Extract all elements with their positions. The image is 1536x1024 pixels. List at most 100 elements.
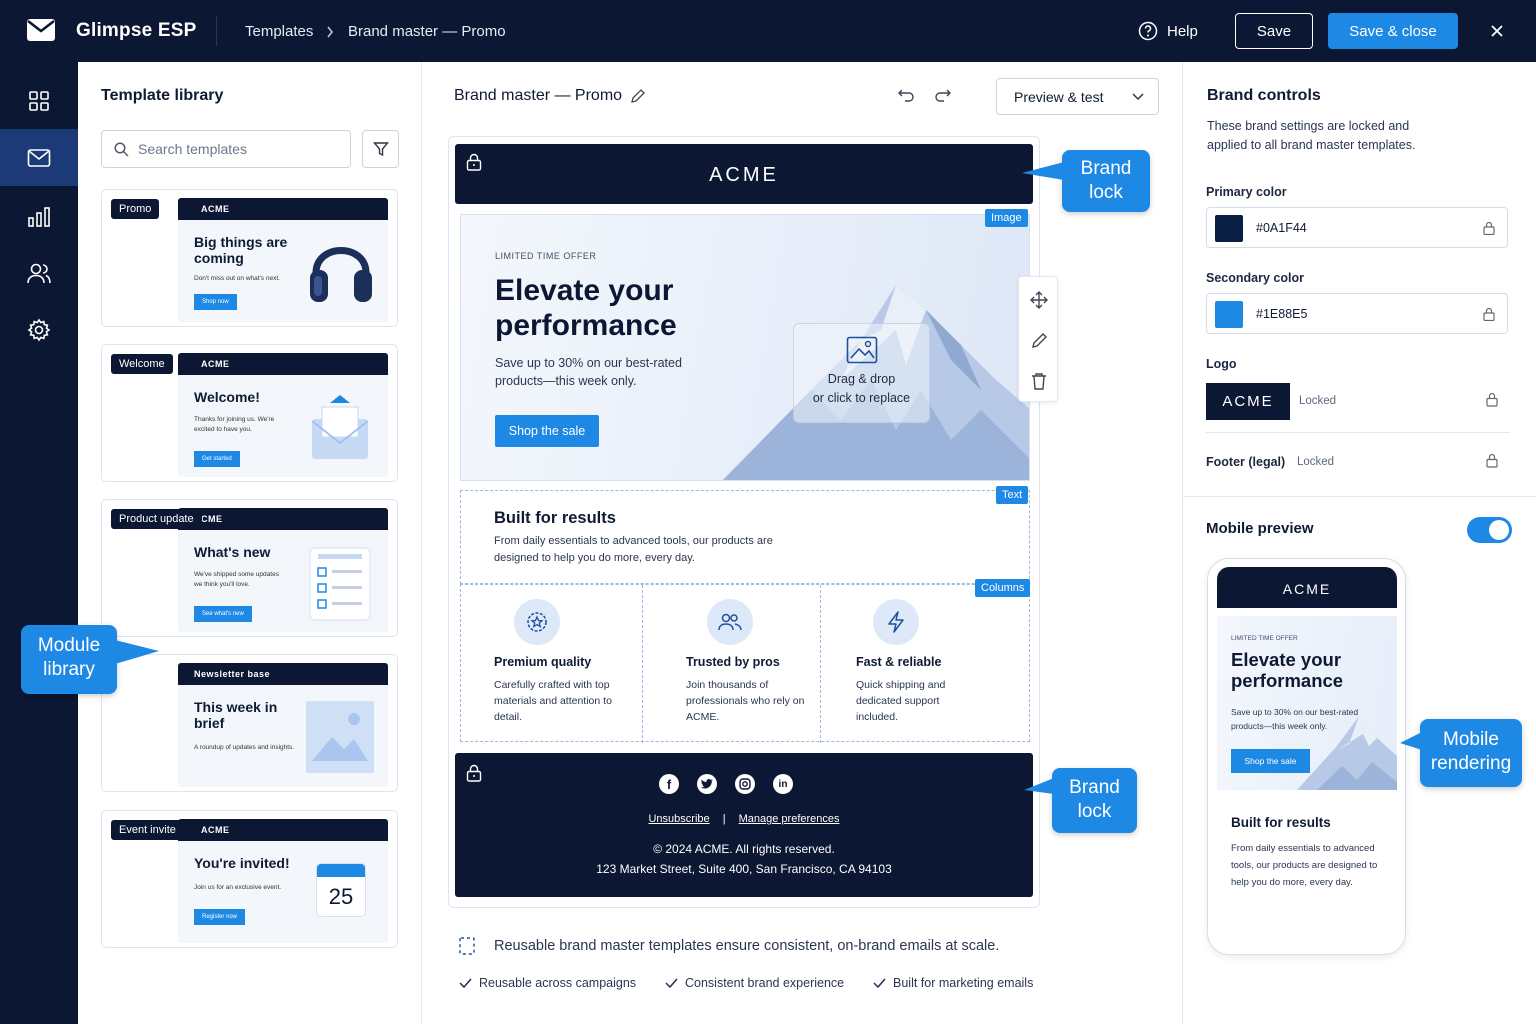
info-note: Reusable brand master templates ensure c… <box>494 938 1000 954</box>
close-icon[interactable] <box>1489 23 1505 39</box>
preview-test-dropdown[interactable]: Preview & test <box>996 78 1159 115</box>
column-heading: Trusted by pros <box>686 655 780 669</box>
edit-icon[interactable] <box>1031 332 1048 349</box>
callout-text: Module library <box>37 635 101 680</box>
text-block[interactable]: Built for results From daily essentials … <box>460 490 1030 584</box>
lock-icon <box>1483 221 1495 235</box>
sidebar-item-dashboard[interactable] <box>0 72 78 129</box>
check-icon <box>459 978 472 988</box>
columns-block-tag: Columns <box>975 579 1031 597</box>
preview-brand: ACME <box>178 353 388 375</box>
move-icon[interactable] <box>1030 291 1048 309</box>
preview-sub: A roundup of updates and insights. <box>194 744 295 751</box>
bar-chart-icon <box>28 206 50 227</box>
callout-pointer <box>1024 778 1054 794</box>
template-card-event-invite[interactable]: Event invite ACME You're invited! Join u… <box>101 810 398 948</box>
canvas-title: Brand master — Promo <box>454 87 623 104</box>
drop-hint-line1: Drag & drop <box>827 372 896 386</box>
template-dashed-icon <box>459 937 475 955</box>
save-button[interactable]: Save <box>1235 13 1313 49</box>
users-icon <box>707 599 753 645</box>
undo-icon[interactable] <box>897 87 915 103</box>
column: Fast & reliable Quick shipping and dedic… <box>821 585 1029 743</box>
template-card-promo[interactable]: Promo ACME Big things are coming Don't m… <box>101 189 398 327</box>
image-icon <box>846 336 877 364</box>
preview-sub: Join us for an exclusive event. <box>194 884 282 891</box>
preview-heading: What's new <box>194 544 271 560</box>
feature-check: Consistent brand experience <box>665 976 844 990</box>
sidebar-item-email[interactable] <box>0 129 78 186</box>
linkedin-icon[interactable]: in <box>773 774 793 794</box>
email-footer-block[interactable]: f in Unsubscribe | Manage preferences © … <box>455 753 1033 897</box>
redo-icon[interactable] <box>934 87 952 103</box>
mobile-text-body: From daily essentials to advanced tools,… <box>1231 843 1378 888</box>
sidebar <box>0 62 78 1024</box>
pencil-icon[interactable] <box>630 88 646 104</box>
mobile-preview-toggle[interactable] <box>1467 517 1512 543</box>
secondary-color-label: Secondary color <box>1206 271 1304 285</box>
hero-subtext: Save up to 30% on our best-rated product… <box>495 356 682 388</box>
sidebar-item-audience[interactable] <box>0 244 78 301</box>
instagram-icon[interactable] <box>735 774 755 794</box>
lock-icon <box>466 153 482 171</box>
twitter-icon[interactable] <box>697 774 717 794</box>
preview-brand: CME <box>178 508 388 530</box>
footer-legal-label: Footer (legal) <box>1206 455 1286 469</box>
unsubscribe-link[interactable]: Unsubscribe <box>648 813 709 825</box>
trash-icon[interactable] <box>1031 372 1047 390</box>
help-link[interactable]: Help <box>1167 23 1198 40</box>
logo-locked-status: Locked <box>1299 395 1337 407</box>
facebook-icon[interactable]: f <box>659 774 679 794</box>
preview-sub: We've shipped some updates we think you'… <box>194 571 279 588</box>
preview-brand: ACME <box>178 819 388 841</box>
column-heading: Premium quality <box>494 655 592 669</box>
headphones-image <box>310 247 372 302</box>
divider <box>216 16 217 46</box>
gear-icon <box>27 318 51 341</box>
preview-heading: You're invited! <box>194 855 290 871</box>
callout-mobile-rendering: Mobile rendering <box>1420 719 1522 787</box>
template-card-welcome[interactable]: Welcome ACME Welcome! Thanks for joining… <box>101 344 398 482</box>
mail-icon <box>27 148 51 167</box>
template-preview: ACME Welcome! Thanks for joining us. We'… <box>178 353 388 477</box>
logo-label: Logo <box>1206 357 1237 371</box>
callout-text: Brand lock <box>1080 158 1132 203</box>
secondary-color-field: #1E88E5 <box>1206 293 1508 334</box>
column: Premium quality Carefully crafted with t… <box>461 585 643 743</box>
hero-image-block[interactable]: LIMITED TIME OFFER Elevate your performa… <box>460 214 1030 481</box>
footer-copyright: © 2024 ACME. All rights reserved. <box>653 842 835 856</box>
sidebar-item-analytics[interactable] <box>0 188 78 245</box>
sidebar-item-settings[interactable] <box>0 301 78 358</box>
mobile-hero: LIMITED TIME OFFER Elevate your performa… <box>1217 616 1397 790</box>
column-body: Quick shipping and dedicated support inc… <box>856 679 946 723</box>
breadcrumb-templates[interactable]: Templates <box>245 23 313 40</box>
callout-brand-lock-top: Brand lock <box>1062 150 1150 212</box>
template-library-panel: Template library Search templates Promo … <box>78 62 422 1024</box>
help-icon[interactable] <box>1138 21 1158 41</box>
preview-sub: Don't miss out on what's next. <box>194 275 280 282</box>
calendar-icon: 25 <box>316 863 366 917</box>
lock-icon <box>1486 392 1498 407</box>
template-card-newsletter[interactable]: Newsletter base This week in brief A rou… <box>101 654 398 792</box>
manage-preferences-link[interactable]: Manage preferences <box>739 813 840 825</box>
template-preview: ACME You're invited! Join us for an excl… <box>178 819 388 943</box>
search-input[interactable]: Search templates <box>101 130 351 168</box>
mobile-preview-title: Mobile preview <box>1206 520 1314 537</box>
chevron-down-icon <box>1132 93 1144 101</box>
primary-color-label: Primary color <box>1206 185 1287 199</box>
footer-locked-status: Locked <box>1297 456 1335 468</box>
hero-cta-button[interactable]: Shop the sale <box>495 415 599 447</box>
preview-button: Get started <box>194 451 240 467</box>
filter-icon <box>372 142 389 157</box>
columns-block[interactable]: Premium quality Carefully crafted with t… <box>460 584 1030 743</box>
block-toolbar <box>1018 276 1058 402</box>
primary-color-swatch <box>1215 215 1243 242</box>
brand-controls-title: Brand controls <box>1207 87 1321 104</box>
image-drop-zone[interactable]: Drag & drop or click to replace <box>793 323 930 423</box>
filter-button[interactable] <box>362 130 399 168</box>
callout-brand-lock-bottom: Brand lock <box>1052 768 1137 833</box>
template-card-product-update[interactable]: Product update CME What's new We've ship… <box>101 499 398 637</box>
email-header-block[interactable]: ACME <box>455 144 1033 204</box>
text-block-heading: Built for results <box>494 509 616 527</box>
save-and-close-button[interactable]: Save & close <box>1328 13 1458 49</box>
